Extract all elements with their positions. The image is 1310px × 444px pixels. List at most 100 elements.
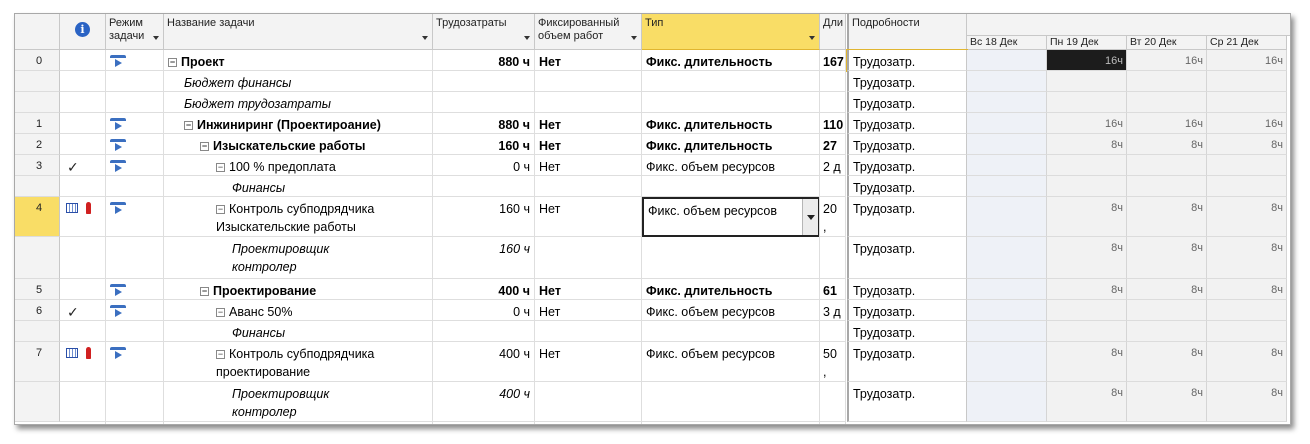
timephased-cell[interactable] [967, 50, 1047, 71]
timephased-cell[interactable] [967, 134, 1047, 155]
work-cell[interactable]: 400 ч [433, 279, 535, 300]
timephased-cell[interactable]: 8ч [1047, 134, 1127, 155]
task-name-cell[interactable]: − Контроль субподрядчика Изыскательские ра… [164, 197, 433, 237]
row-number[interactable]: 4 [15, 197, 60, 237]
type-cell[interactable]: Фикс. длительность [642, 134, 820, 155]
duration-cell[interactable]: 50 , [820, 342, 846, 382]
type-cell[interactable] [642, 382, 820, 422]
type-cell[interactable]: Фикс. длительность [642, 113, 820, 134]
timephased-cell[interactable] [1207, 300, 1287, 321]
collapse-icon[interactable]: − [216, 308, 225, 317]
timescale-day-1[interactable]: Пн 19 Дек [1047, 36, 1127, 50]
timephased-cell[interactable]: 8ч [1127, 134, 1207, 155]
chevron-down-icon[interactable] [422, 36, 428, 40]
timephased-cell[interactable] [967, 321, 1047, 342]
duration-cell[interactable]: 20 , [820, 197, 846, 237]
timephased-cell[interactable]: 8ч [1207, 382, 1287, 422]
timephased-cell[interactable]: 8ч [1127, 279, 1207, 300]
duration-cell[interactable] [820, 382, 846, 422]
task-name-cell[interactable]: − Проект [164, 50, 433, 71]
timephased-cell[interactable]: 8ч [1047, 382, 1127, 422]
timescale-day-3[interactable]: Ср 21 Дек [1207, 36, 1287, 50]
timephased-cell[interactable]: 8ч [1207, 342, 1287, 382]
task-name-cell[interactable]: Проектировщик контролер [164, 382, 433, 422]
timephased-cell[interactable] [1207, 155, 1287, 176]
timephased-cell[interactable] [1047, 176, 1127, 197]
timephased-cell[interactable] [967, 382, 1047, 422]
task-mode-cell[interactable] [106, 50, 164, 71]
timephased-cell[interactable] [967, 279, 1047, 300]
timephased-cell[interactable]: 8ч [1207, 237, 1287, 279]
row-number[interactable]: 1 [15, 113, 60, 134]
timephased-cell[interactable]: 8ч [1047, 237, 1127, 279]
work-cell[interactable] [433, 321, 535, 342]
row-number[interactable] [15, 92, 60, 113]
row-number[interactable] [15, 237, 60, 279]
timephased-cell[interactable] [1127, 321, 1207, 342]
timephased-cell[interactable] [1207, 92, 1287, 113]
fixed-work-cell[interactable]: Нет [535, 342, 642, 382]
timescale-day-2[interactable]: Вт 20 Дек [1127, 36, 1207, 50]
timephased-cell[interactable]: 8ч [1047, 342, 1127, 382]
task-mode-cell[interactable] [106, 155, 164, 176]
row-number[interactable] [15, 382, 60, 422]
duration-cell[interactable]: 110 [820, 113, 846, 134]
duration-cell[interactable] [820, 92, 846, 113]
task-name-cell[interactable]: Бюджет трудозатраты [164, 92, 433, 113]
timephased-cell[interactable]: 8ч [1047, 279, 1127, 300]
fixed-work-cell[interactable] [535, 321, 642, 342]
fixed-work-cell[interactable]: Нет [535, 279, 642, 300]
row-number[interactable] [15, 176, 60, 197]
type-cell[interactable] [642, 92, 820, 113]
header-indicators[interactable]: i [60, 14, 106, 50]
timephased-cell[interactable]: 8ч [1207, 134, 1287, 155]
work-cell[interactable]: 400 ч [433, 342, 535, 382]
duration-cell[interactable]: 27 , [820, 134, 846, 155]
timephased-cell[interactable]: 8ч [1127, 197, 1207, 237]
timephased-cell[interactable]: 16ч [1207, 50, 1287, 71]
chevron-down-icon[interactable] [524, 36, 530, 40]
task-mode-cell[interactable] [106, 71, 164, 92]
duration-cell[interactable] [820, 237, 846, 279]
fixed-work-cell[interactable]: Нет [535, 50, 642, 71]
work-cell[interactable] [433, 92, 535, 113]
type-cell[interactable]: Фикс. объем ресурсов [642, 197, 820, 237]
header-type[interactable]: Тип [642, 14, 820, 50]
task-name-cell[interactable]: Бюджет финансы [164, 71, 433, 92]
duration-cell[interactable] [820, 176, 846, 197]
fixed-work-cell[interactable]: Нет [535, 134, 642, 155]
timephased-cell[interactable]: 8ч [1047, 197, 1127, 237]
timephased-cell[interactable] [1047, 92, 1127, 113]
row-number[interactable]: 5 [15, 279, 60, 300]
row-number[interactable]: 2 [15, 134, 60, 155]
type-cell[interactable] [642, 237, 820, 279]
type-cell[interactable]: Фикс. объем ресурсов [642, 342, 820, 382]
timephased-cell[interactable]: 16ч [1047, 113, 1127, 134]
duration-cell[interactable]: 61 , [820, 279, 846, 300]
timephased-cell[interactable]: 8ч [1127, 382, 1207, 422]
type-cell[interactable]: Фикс. длительность [642, 279, 820, 300]
timephased-cell[interactable] [1047, 71, 1127, 92]
header-task-name[interactable]: Название задачи [164, 14, 433, 50]
type-cell[interactable]: Фикс. объем ресурсов [642, 300, 820, 321]
header-work[interactable]: Трудозатраты [433, 14, 535, 50]
row-number[interactable]: 0 [15, 50, 60, 71]
timephased-cell[interactable] [967, 155, 1047, 176]
timephased-cell[interactable] [1047, 321, 1127, 342]
work-cell[interactable]: 160 ч [433, 237, 535, 279]
timephased-cell[interactable]: 16ч [1127, 50, 1207, 71]
task-name-cell[interactable]: − Изыскательские работы [164, 134, 433, 155]
timephased-cell[interactable]: 16ч [1047, 50, 1127, 71]
collapse-icon[interactable]: − [200, 287, 209, 296]
task-name-cell[interactable]: − Проектирование [164, 279, 433, 300]
fixed-work-cell[interactable] [535, 382, 642, 422]
timephased-cell[interactable] [1127, 300, 1207, 321]
timephased-cell[interactable] [967, 197, 1047, 237]
collapse-icon[interactable]: − [216, 163, 225, 172]
type-cell[interactable] [642, 321, 820, 342]
timescale-day-0[interactable]: Вс 18 Дек [967, 36, 1047, 50]
collapse-icon[interactable]: − [216, 350, 225, 359]
timephased-cell[interactable] [967, 176, 1047, 197]
task-mode-cell[interactable] [106, 176, 164, 197]
timephased-cell[interactable]: 8ч [1207, 279, 1287, 300]
